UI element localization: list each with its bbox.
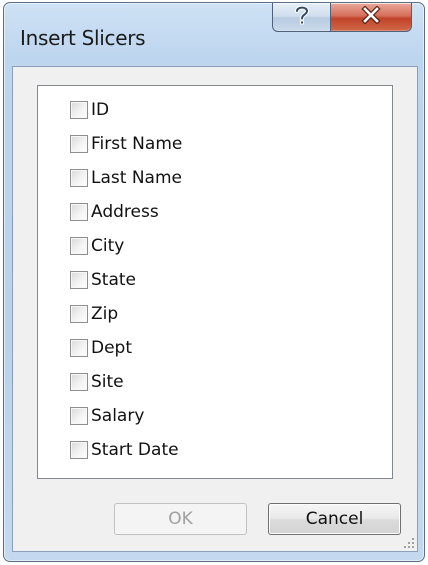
help-question-icon [293,4,311,30]
dialog-title: Insert Slicers [20,26,146,50]
checkbox[interactable] [70,407,88,425]
field-item-last-name[interactable]: Last Name [70,161,182,195]
field-item-id[interactable]: ID [70,93,182,127]
field-item-site[interactable]: Site [70,365,182,399]
field-item-state[interactable]: State [70,263,182,297]
field-item-start-date[interactable]: Start Date [70,433,182,467]
checkbox[interactable] [70,237,88,255]
checkbox[interactable] [70,135,88,153]
field-item-address[interactable]: Address [70,195,182,229]
checkbox[interactable] [70,339,88,357]
insert-slicers-dialog: Insert Slicers ID First Name Last Name A… [3,2,425,562]
checkbox[interactable] [70,305,88,323]
checkbox[interactable] [70,203,88,221]
close-x-icon [361,5,381,28]
field-listbox[interactable]: ID First Name Last Name Address City Sta… [37,85,393,479]
help-button[interactable] [272,3,331,32]
checkbox[interactable] [70,271,88,289]
field-label: Salary [91,406,145,426]
field-label: Site [91,372,124,392]
field-label: Zip [91,304,119,324]
field-item-zip[interactable]: Zip [70,297,182,331]
field-item-city[interactable]: City [70,229,182,263]
checkbox[interactable] [70,441,88,459]
checkbox[interactable] [70,373,88,391]
cancel-button[interactable]: Cancel [268,503,401,535]
field-label: Last Name [91,168,182,188]
field-label: ID [91,100,110,120]
checkbox[interactable] [70,169,88,187]
field-item-first-name[interactable]: First Name [70,127,182,161]
field-list: ID First Name Last Name Address City Sta… [70,93,182,467]
resize-grip-icon[interactable] [403,537,415,549]
field-label: Dept [91,338,133,358]
ok-button[interactable]: OK [114,503,247,535]
title-bar-buttons [272,3,412,33]
dialog-client-area: ID First Name Last Name Address City Sta… [12,66,418,552]
field-label: Start Date [91,440,179,460]
close-button[interactable] [331,3,412,32]
field-item-dept[interactable]: Dept [70,331,182,365]
field-label: Address [91,202,159,222]
checkbox[interactable] [70,101,88,119]
field-label: State [91,270,136,290]
field-label: First Name [91,134,183,154]
field-label: City [91,236,125,256]
field-item-salary[interactable]: Salary [70,399,182,433]
